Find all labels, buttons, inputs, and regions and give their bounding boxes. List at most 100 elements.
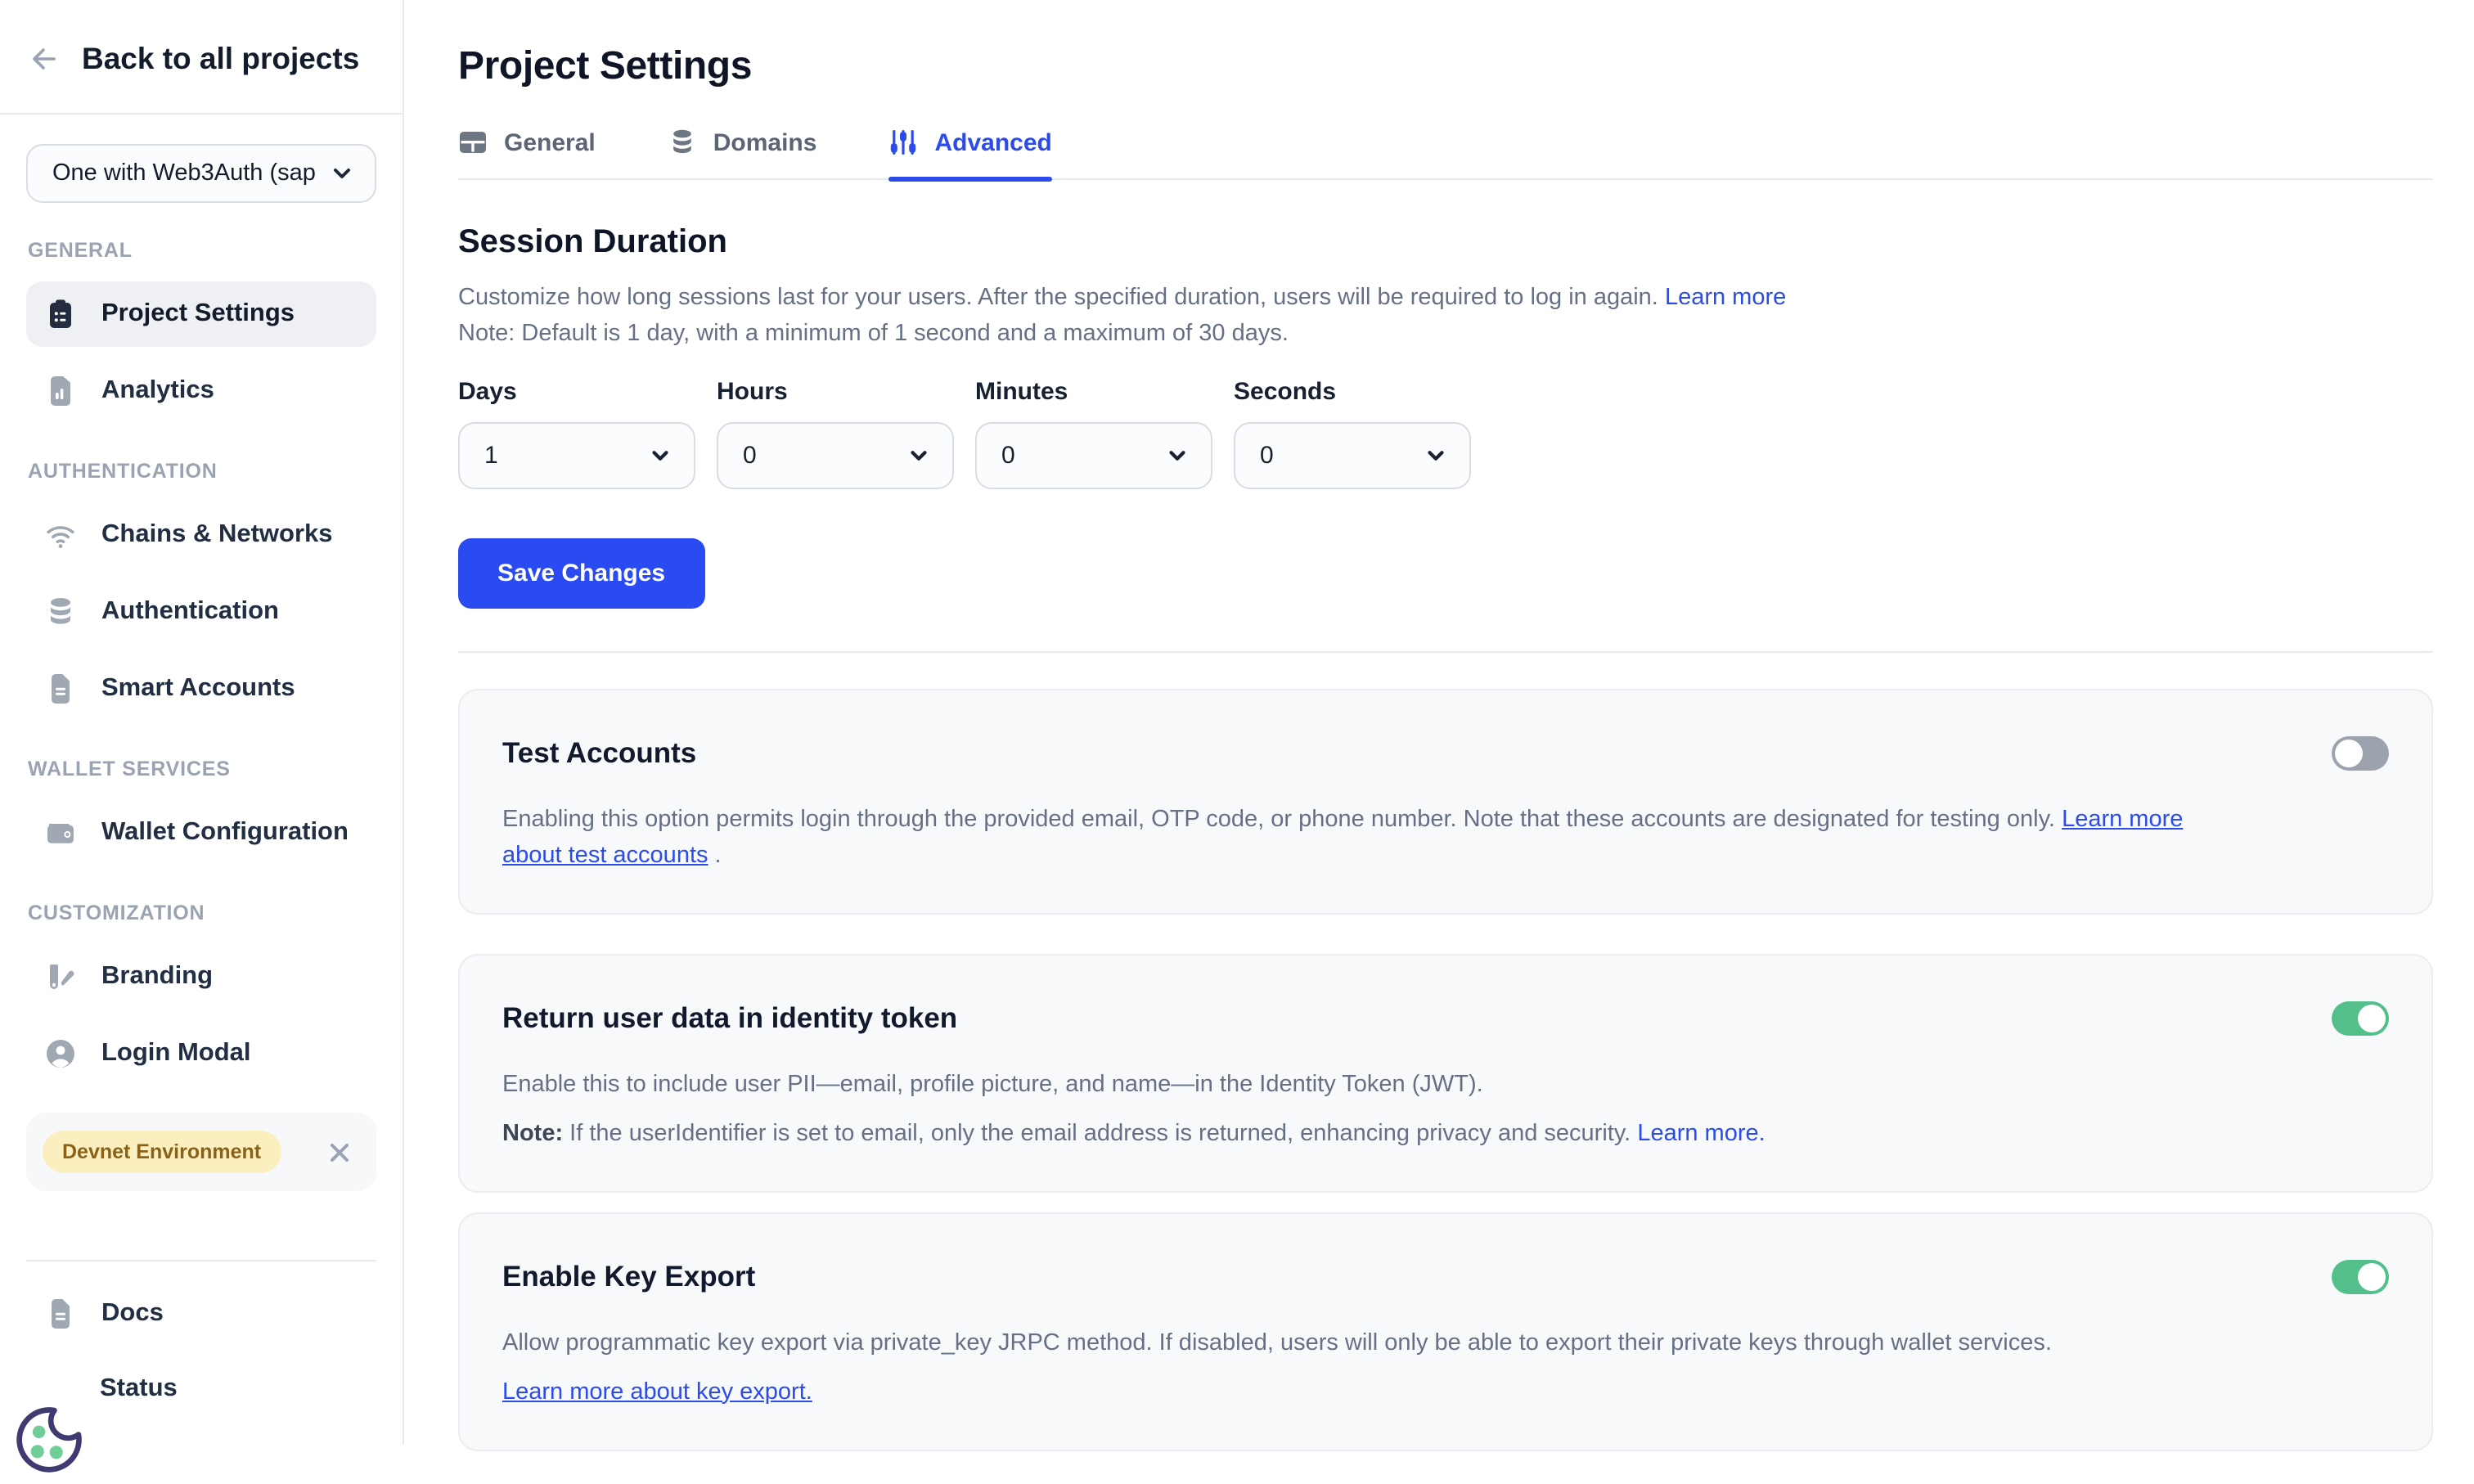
session-duration-section: Session Duration Customize how long sess…: [458, 223, 2433, 609]
nav-list-general: Project Settings Analytics: [26, 281, 376, 424]
sidebar-item-label: Branding: [101, 962, 213, 992]
session-description-text: Customize how long sessions last for you…: [458, 285, 1658, 311]
key-export-toggle[interactable]: [2332, 1260, 2389, 1294]
note-prefix: Note:: [502, 1120, 563, 1146]
card-text: Enabling this option permits login throu…: [502, 807, 2055, 833]
hours-field: Hours 0: [717, 378, 954, 489]
card-note: Note: If the userIdentifier is set to em…: [502, 1117, 2237, 1152]
hours-value: 0: [743, 442, 757, 470]
sidebar-item-smart-accounts[interactable]: Smart Accounts: [26, 656, 376, 722]
sidebar-item-analytics[interactable]: Analytics: [26, 358, 376, 424]
sidebar-item-branding[interactable]: Branding: [26, 944, 376, 1010]
sidebar-item-docs[interactable]: Docs: [26, 1280, 376, 1346]
section-label-authentication: AUTHENTICATION: [28, 460, 376, 483]
table-cells-icon: [458, 128, 488, 157]
nav-list-authentication: Chains & Networks Authentication Smart A…: [26, 502, 376, 722]
chevron-down-icon: [329, 160, 355, 187]
days-select[interactable]: 1: [458, 422, 695, 489]
session-learn-more-link[interactable]: Learn more: [1665, 285, 1786, 311]
minutes-label: Minutes: [975, 378, 1212, 407]
seconds-field: Seconds 0: [1234, 378, 1471, 489]
sidebar-item-label: Analytics: [101, 376, 214, 406]
docs-file-icon: [44, 1297, 77, 1329]
card-description: Enable this to include user PII—email, p…: [502, 1068, 2237, 1104]
sidebar-item-authentication[interactable]: Authentication: [26, 579, 376, 645]
minutes-value: 0: [1001, 442, 1015, 470]
brush-icon: [44, 960, 77, 993]
nav-list-customization: Branding Login Modal: [26, 944, 376, 1086]
section-label-customization: CUSTOMIZATION: [28, 902, 376, 924]
toggle-knob: [2358, 1263, 2386, 1291]
days-field: Days 1: [458, 378, 695, 489]
sidebar-item-label: Chains & Networks: [101, 520, 333, 550]
back-label: Back to all projects: [82, 41, 359, 77]
sidebar: Back to all projects One with Web3Auth (…: [0, 0, 404, 1444]
wifi-icon: [44, 519, 77, 551]
test-accounts-card: Test Accounts Enabling this option permi…: [458, 689, 2433, 915]
card-description: Enabling this option permits login throu…: [502, 803, 2237, 874]
cookie-icon[interactable]: [13, 1401, 88, 1476]
section-divider: [458, 651, 2433, 653]
main-content: Project Settings General Domains Advance…: [404, 0, 2474, 1444]
card-title: Return user data in identity token: [502, 1000, 957, 1037]
identity-token-learn-more-link[interactable]: Learn more.: [1637, 1120, 1765, 1146]
minutes-select[interactable]: 0: [975, 422, 1212, 489]
sidebar-item-label: Login Modal: [101, 1039, 251, 1068]
minutes-field: Minutes 0: [975, 378, 1212, 489]
database-icon: [44, 596, 77, 628]
back-arrow-icon: [28, 43, 61, 75]
back-to-projects-button[interactable]: Back to all projects: [0, 0, 403, 115]
analytics-doc-icon: [44, 375, 77, 407]
card-title: Enable Key Export: [502, 1258, 755, 1296]
toggle-knob: [2358, 1005, 2386, 1032]
seconds-label: Seconds: [1234, 378, 1471, 407]
sidebar-item-chains-networks[interactable]: Chains & Networks: [26, 502, 376, 568]
sidebar-item-label: Project Settings: [101, 299, 295, 329]
card-text-suffix: .: [708, 842, 722, 868]
section-label-general: GENERAL: [28, 239, 376, 262]
sidebar-body: One with Web3Auth (sap GENERAL Project S…: [0, 115, 403, 1444]
seconds-select[interactable]: 0: [1234, 422, 1471, 489]
tab-advanced[interactable]: Advanced: [888, 128, 1051, 178]
tab-general[interactable]: General: [458, 128, 596, 178]
tab-label: General: [504, 128, 596, 156]
sidebar-item-label: Status: [100, 1374, 178, 1403]
days-value: 1: [484, 442, 498, 470]
sidebar-footer: Docs Status: [26, 1259, 376, 1421]
test-accounts-toggle[interactable]: [2332, 736, 2389, 771]
days-label: Days: [458, 378, 695, 407]
duration-fields: Days 1 Hours 0 Minutes 0: [458, 378, 2433, 489]
app-window: Back to all projects One with Web3Auth (…: [0, 0, 2474, 1444]
project-selector[interactable]: One with Web3Auth (sap: [26, 144, 376, 203]
page-title: Project Settings: [458, 43, 2433, 90]
sidebar-item-wallet-configuration[interactable]: Wallet Configuration: [26, 800, 376, 866]
tab-bar: General Domains Advanced: [458, 128, 2433, 180]
note-text: If the userIdentifier is set to email, o…: [563, 1120, 1637, 1146]
hours-label: Hours: [717, 378, 954, 407]
clipboard-icon: [44, 298, 77, 331]
sidebar-item-login-modal[interactable]: Login Modal: [26, 1021, 376, 1086]
chevron-down-icon: [648, 443, 672, 468]
user-circle-icon: [44, 1037, 77, 1070]
toggle-knob: [2335, 740, 2363, 767]
key-export-learn-more-link[interactable]: Learn more about key export.: [502, 1378, 812, 1405]
sidebar-item-label: Wallet Configuration: [101, 818, 349, 848]
identity-token-toggle[interactable]: [2332, 1001, 2389, 1036]
chevron-down-icon: [1165, 443, 1190, 468]
identity-token-card: Return user data in identity token Enabl…: [458, 954, 2433, 1193]
hours-select[interactable]: 0: [717, 422, 954, 489]
section-label-wallet-services: WALLET SERVICES: [28, 758, 376, 780]
sliders-icon: [888, 128, 918, 157]
tab-domains[interactable]: Domains: [668, 128, 817, 178]
file-icon: [44, 672, 77, 705]
sidebar-item-project-settings[interactable]: Project Settings: [26, 281, 376, 347]
save-changes-button[interactable]: Save Changes: [458, 538, 704, 609]
card-title: Test Accounts: [502, 735, 696, 772]
session-duration-note: Note: Default is 1 day, with a minimum o…: [458, 317, 2433, 352]
sidebar-item-label: Smart Accounts: [101, 674, 295, 704]
close-icon[interactable]: [326, 1138, 353, 1166]
tab-label: Advanced: [934, 128, 1051, 156]
card-link-line: Learn more about key export.: [502, 1375, 2237, 1410]
session-duration-description: Customize how long sessions last for you…: [458, 281, 2433, 316]
chevron-down-icon: [1424, 443, 1448, 468]
